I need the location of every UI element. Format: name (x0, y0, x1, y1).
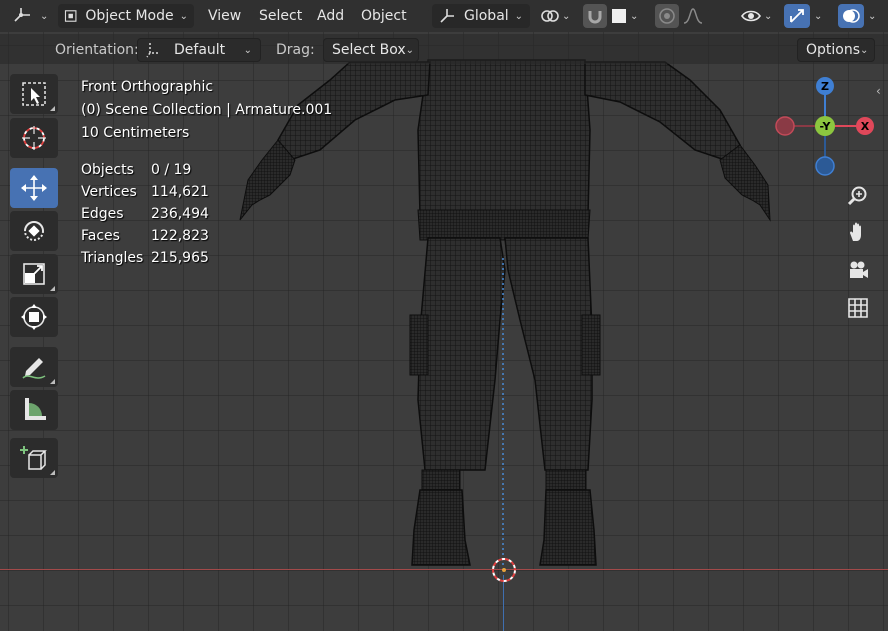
transform-icon (21, 304, 47, 330)
viewport-header: ⌄ Object Mode ⌄ View Select Add Object G… (0, 0, 888, 32)
stat-edges: Edges 236,494 (81, 206, 209, 222)
stat-vertices: Vertices 114,621 (81, 184, 209, 200)
move-arrows-icon (21, 175, 47, 201)
svg-text:Z: Z (821, 80, 829, 93)
cursor-icon (22, 126, 46, 150)
grid-icon (848, 298, 868, 318)
visibility-button[interactable]: ⌄ (740, 4, 772, 28)
svg-text:X: X (861, 120, 870, 133)
pivot-point-button[interactable]: ⌄ (540, 4, 570, 28)
select-box-tool[interactable] (10, 74, 58, 114)
chevron-down-icon: ⌄ (562, 10, 571, 22)
snap-toggle[interactable] (583, 4, 607, 28)
object-mode-icon (64, 10, 77, 22)
zoom-icon (847, 186, 867, 206)
3d-viewport[interactable]: ⌄ Object Mode ⌄ View Select Add Object G… (0, 0, 888, 631)
measure-tool[interactable] (10, 390, 58, 430)
chevron-down-icon: ⌄ (764, 10, 773, 22)
orientation-caption: Orientation: (55, 42, 139, 58)
snap-target-button[interactable]: ⌄ (612, 4, 638, 28)
scale-tool[interactable] (10, 254, 58, 294)
transform-orientation-dropdown[interactable]: Global ⌄ (432, 4, 530, 28)
falloff-curve-icon (683, 8, 703, 24)
hand-icon (850, 222, 861, 241)
gizmo-toggle[interactable] (784, 4, 810, 28)
add-cube-icon (20, 446, 47, 470)
pencil-annotate-icon (22, 358, 46, 379)
sidebar-toggle-icon[interactable]: ‹ (876, 84, 881, 98)
chevron-down-icon[interactable]: ⌄ (814, 4, 822, 28)
overlays-toggle[interactable] (838, 4, 864, 28)
cursor-tool[interactable] (10, 118, 58, 158)
gizmo-neg-z (815, 156, 835, 176)
view3d-icon (14, 8, 30, 22)
overlay-circles-icon (843, 9, 860, 23)
chevron-down-icon: ⌄ (179, 10, 188, 22)
square-icon (612, 9, 626, 23)
default-orientation-icon (146, 43, 160, 58)
drag-caption: Drag: (276, 42, 315, 58)
chevron-down-icon: ⌄ (514, 10, 524, 22)
orientation-label: Global (464, 8, 509, 24)
ruler-measure-icon (25, 398, 46, 420)
pan-button[interactable] (842, 216, 874, 248)
camera-view-button[interactable] (842, 254, 874, 286)
magnet-icon (588, 11, 602, 24)
falloff-button[interactable] (682, 4, 704, 28)
perspective-toggle-button[interactable] (842, 292, 874, 324)
drag-value: Select Box (332, 42, 406, 58)
link-icon (541, 10, 559, 22)
chevron-down-icon[interactable]: ⌄ (868, 4, 876, 28)
options-label: Options (806, 42, 861, 58)
menu-view[interactable]: View (208, 4, 241, 28)
svg-text:-Y: -Y (820, 120, 832, 133)
stat-faces: Faces 122,823 (81, 228, 209, 244)
rotate-tool[interactable] (10, 211, 58, 251)
gizmo-arrows-icon (790, 9, 804, 23)
mode-label: Object Mode (85, 8, 174, 24)
mode-dropdown[interactable]: Object Mode ⌄ (58, 4, 194, 28)
orientation-dropdown[interactable]: Default ⌄ (137, 38, 261, 62)
proportional-edit-toggle[interactable] (655, 4, 679, 28)
options-dropdown[interactable]: Options ⌄ (797, 38, 875, 62)
rotate-icon (24, 221, 44, 241)
orientation-value: Default (174, 42, 226, 58)
menu-select[interactable]: Select (259, 4, 302, 28)
transform-tool[interactable] (10, 297, 58, 337)
view-name: Front Orthographic (81, 79, 214, 95)
add-cube-tool[interactable] (10, 438, 58, 478)
select-box-icon (22, 82, 46, 106)
drag-dropdown[interactable]: Select Box ⌄ (323, 38, 419, 62)
annotate-tool[interactable] (10, 347, 58, 387)
zoom-button[interactable] (842, 180, 874, 212)
proportional-edit-icon (659, 8, 675, 24)
stat-triangles: Triangles 215,965 (81, 250, 209, 266)
navigation-gizmo[interactable]: Z X -Y (772, 76, 882, 176)
3d-cursor-icon[interactable] (490, 556, 518, 584)
menu-object[interactable]: Object (361, 4, 407, 28)
eye-icon (741, 10, 761, 22)
global-orientation-icon (440, 9, 454, 23)
scale-icon (23, 263, 45, 285)
move-tool[interactable] (10, 168, 58, 208)
editor-type-button[interactable]: ⌄ (12, 4, 48, 28)
chevron-down-icon: ⌄ (243, 44, 252, 56)
grid-scale: 10 Centimeters (81, 125, 190, 141)
viewport-info-overlay: Front Orthographic (0) Scene Collection … (81, 76, 332, 269)
stat-objects: Objects 0 / 19 (81, 162, 192, 178)
chevron-down-icon: ⌄ (40, 10, 49, 22)
chevron-down-icon: ⌄ (860, 44, 869, 56)
gizmo-neg-x (775, 116, 795, 136)
menu-add[interactable]: Add (317, 4, 344, 28)
collection-name: (0) Scene Collection | Armature.001 (81, 102, 333, 118)
chevron-down-icon: ⌄ (405, 44, 415, 56)
camera-icon (850, 261, 868, 278)
chevron-down-icon: ⌄ (630, 10, 639, 22)
